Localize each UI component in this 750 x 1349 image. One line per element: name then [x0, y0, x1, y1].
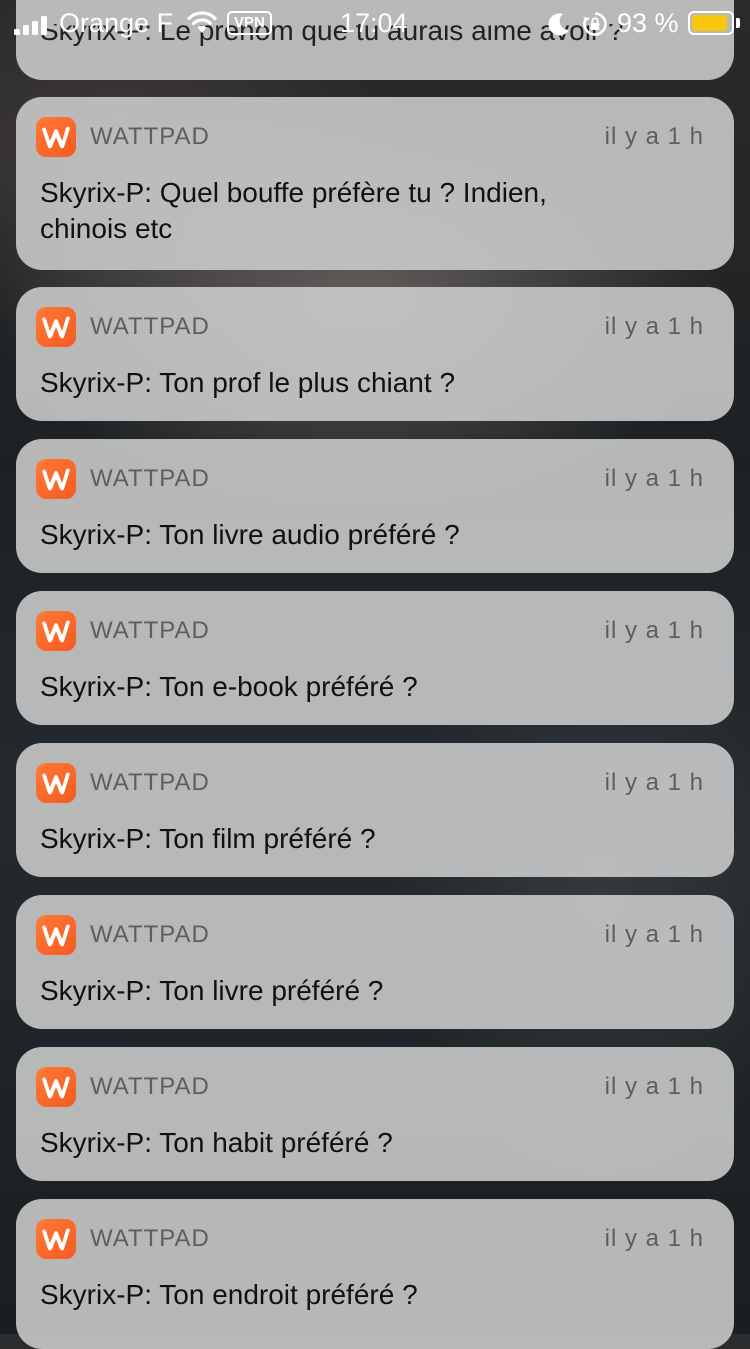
notification-app-name: WATTPAD — [90, 313, 210, 340]
wattpad-icon — [36, 307, 76, 347]
notification-app-name: WATTPAD — [90, 1073, 210, 1100]
wattpad-icon — [36, 1219, 76, 1259]
notification-app-name: WATTPAD — [90, 769, 210, 796]
notification-message: Skyrix-P: Ton film préféré ? — [40, 823, 376, 854]
notification-card[interactable]: WATTPAD il y a 1 h Skyrix-P: Quel bouffe… — [16, 97, 734, 270]
wifi-icon — [187, 11, 217, 33]
battery-level — [692, 15, 728, 31]
vpn-badge: VPN — [227, 11, 272, 35]
notification-app-name: WATTPAD — [90, 1225, 210, 1252]
battery-cap — [736, 18, 740, 28]
battery-percent: 93 % — [617, 8, 679, 38]
wattpad-icon — [36, 763, 76, 803]
notification-message: Skyrix-P: Ton livre audio préféré ? — [40, 519, 460, 550]
wattpad-icon — [36, 915, 76, 955]
notification-card[interactable]: WATTPAD il y a 1 h Skyrix-P: Ton prof le… — [16, 287, 734, 421]
wattpad-icon — [36, 611, 76, 651]
carrier-name: Orange F — [59, 8, 174, 38]
wattpad-icon — [36, 1067, 76, 1107]
notification-time: il y a 1 h — [604, 313, 704, 340]
notification-time: il y a 1 h — [604, 465, 704, 492]
do-not-disturb-icon — [548, 13, 569, 36]
wattpad-icon — [36, 117, 76, 157]
wattpad-icon — [36, 459, 76, 499]
notification-time: il y a 1 h — [604, 1073, 704, 1100]
notification-card[interactable]: WATTPAD il y a 1 h Skyrix-P: Ton habit p… — [16, 1047, 734, 1181]
notification-app-name: WATTPAD — [90, 123, 210, 150]
notification-card[interactable]: WATTPAD il y a 1 h Skyrix-P: Ton film pr… — [16, 743, 734, 877]
notification-app-name: WATTPAD — [90, 921, 210, 948]
notification-message: Skyrix-P: Ton endroit préféré ? — [40, 1279, 418, 1310]
notification-time: il y a 1 h — [604, 769, 704, 796]
notification-time: il y a 1 h — [604, 617, 704, 644]
notification-app-name: WATTPAD — [90, 617, 210, 644]
battery-icon — [688, 11, 734, 35]
notification-card[interactable]: WATTPAD il y a 1 h Skyrix-P: Ton livre p… — [16, 895, 734, 1029]
notification-message: Skyrix-P: Ton e-book préféré ? — [40, 671, 418, 702]
status-time: 17:04 — [340, 8, 408, 38]
notification-card[interactable]: WATTPAD il y a 1 h Skyrix-P: Ton livre a… — [16, 439, 734, 573]
notification-message: Skyrix-P: Quel bouffe préfère tu ? Indie… — [40, 177, 547, 244]
notification-message: Skyrix-P: Ton habit préféré ? — [40, 1127, 393, 1158]
notification-message: Skyrix-P: Ton livre préféré ? — [40, 975, 384, 1006]
status-bar: Orange F VPN 17:04 93 % — [0, 0, 750, 48]
notification-card[interactable]: WATTPAD il y a 1 h Skyrix-P: Ton e-book … — [16, 591, 734, 725]
notification-app-name: WATTPAD — [90, 465, 210, 492]
notification-card[interactable]: WATTPAD il y a 1 h Skyrix-P: Ton endroit… — [16, 1199, 734, 1349]
rotation-lock-icon — [583, 12, 607, 36]
notification-message: Skyrix-P: Ton prof le plus chiant ? — [40, 367, 456, 398]
notification-time: il y a 1 h — [604, 123, 704, 150]
signal-icon — [14, 15, 52, 35]
notification-time: il y a 1 h — [604, 921, 704, 948]
notification-time: il y a 1 h — [604, 1225, 704, 1252]
